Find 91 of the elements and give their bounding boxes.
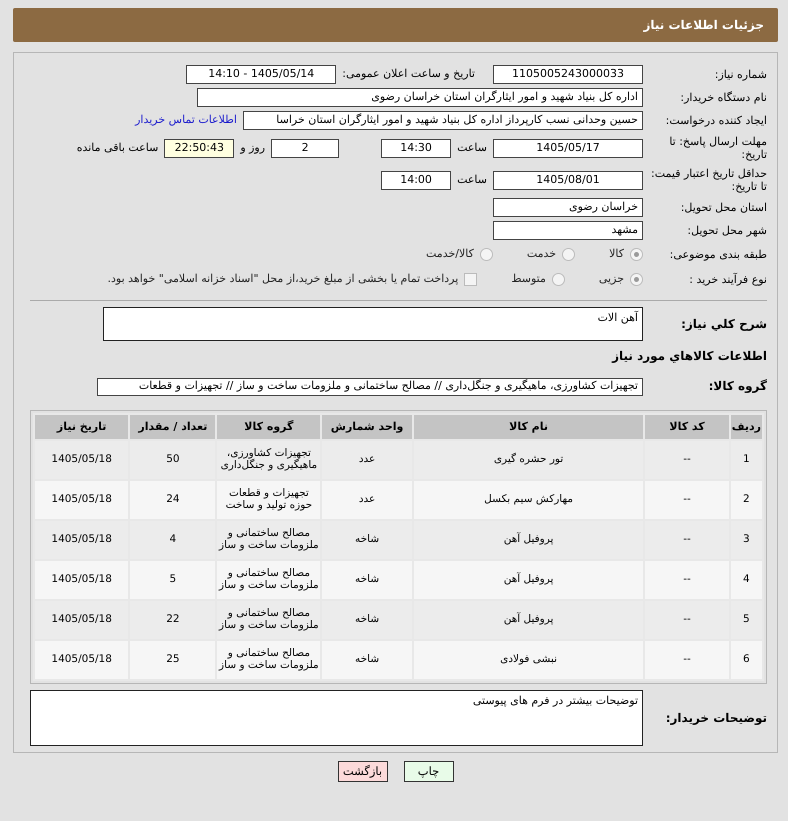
table-cell: -- — [645, 561, 729, 599]
column-header: تعداد / مقدار — [130, 415, 216, 439]
checkbox[interactable] — [464, 273, 478, 286]
date-field: 1405/05/17 — [493, 138, 643, 158]
column-header: تاریخ نیاز — [35, 415, 128, 439]
table-cell: شاخه — [322, 641, 412, 679]
table-cell: مهارکش سیم بکسل — [414, 481, 644, 519]
table-cell: 3 — [730, 521, 762, 559]
field-label: نام دستگاه خریدار: — [679, 90, 767, 104]
table-cell: -- — [645, 521, 729, 559]
table-cell: نبشی فولادی — [414, 641, 644, 679]
radio-button[interactable] — [480, 248, 493, 261]
page-title: جزئیات اطلاعات نیاز — [643, 17, 764, 34]
option-label: کالا/خدمت — [426, 246, 474, 262]
table-cell: پروفیل آهن — [414, 521, 644, 559]
field-label: ساعت — [457, 140, 487, 156]
option-label: متوسط — [511, 271, 546, 288]
field-label: شرح كلي نياز: — [680, 316, 767, 332]
option-label: کالا — [609, 246, 624, 262]
table-cell: 25 — [130, 641, 216, 679]
table-cell: شاخه — [322, 561, 412, 599]
table-cell: 24 — [130, 481, 216, 519]
table-cell: 22 — [130, 601, 216, 639]
table-cell: -- — [645, 641, 729, 679]
table-cell: 1405/05/18 — [35, 441, 128, 479]
option-label: خدمت — [526, 246, 556, 262]
field-label: گروه کالا: — [708, 379, 767, 394]
table-cell: مصالح ساختمانی و ملزومات ساخت و ساز — [217, 641, 320, 679]
column-header: نام کالا — [414, 415, 644, 439]
table-cell: 2 — [730, 481, 762, 519]
description-box: آهن الات — [103, 307, 643, 341]
time-field: 14:30 — [381, 138, 452, 158]
table-cell: 50 — [130, 441, 216, 479]
time-field: 14:00 — [381, 170, 452, 190]
radio-button[interactable] — [562, 248, 576, 261]
table-cell: -- — [645, 481, 729, 519]
field-label: استان محل تحویل: — [680, 200, 767, 214]
table-cell: 1 — [730, 441, 762, 479]
countdown-field: 22:50:43 — [164, 138, 234, 158]
column-header: گروه کالا — [217, 415, 320, 439]
table-cell: 1405/05/18 — [35, 561, 128, 599]
radio-button[interactable] — [552, 273, 565, 286]
column-header: کد کالا — [645, 415, 729, 439]
table-cell: 5 — [130, 561, 216, 599]
checkbox-label: پرداخت تمام یا بخشی از مبلغ خرید،از محل "اسناد خزانه اسلامی" خواهد بود. — [108, 271, 458, 288]
table-cell: پروفیل آهن — [414, 601, 644, 639]
radio-button[interactable] — [630, 273, 643, 286]
field-label: ساعت — [457, 172, 487, 188]
table-cell: تور حشره گیری — [414, 441, 644, 479]
table-cell: مصالح ساختمانی و ملزومات ساخت و ساز — [217, 521, 320, 559]
field-label: نوع فرآیند خرید : — [688, 272, 767, 286]
days-field: 2 — [271, 138, 340, 158]
table-cell: 1405/05/18 — [35, 641, 128, 679]
field-label: ساعت باقی مانده — [76, 140, 158, 156]
field-label: روز و — [240, 140, 266, 156]
field-label: تاریخ و ساعت اعلان عمومی: — [342, 66, 475, 82]
table-cell: 1405/05/18 — [35, 521, 128, 559]
table-cell: 5 — [730, 601, 762, 639]
table-cell: شاخه — [322, 601, 412, 639]
table-cell: تجهیزات کشاورزی، ماهیگیری و جنگل‌داری — [217, 441, 320, 479]
radio-button[interactable] — [630, 248, 643, 261]
print-button[interactable]: چاپ — [404, 761, 454, 782]
contact-link[interactable]: اطلاعات تماس خریدار — [135, 112, 237, 129]
field-label: توضیحات خریدار: — [664, 710, 767, 726]
table-cell: -- — [645, 601, 729, 639]
field-label: مهلت ارسال پاسخ: تا تاریخ: — [668, 134, 767, 162]
table-cell: تجهیزات و قطعات حوزه تولید و ساخت — [217, 481, 320, 519]
table-cell: 4 — [130, 521, 216, 559]
table-cell: عدد — [322, 481, 412, 519]
notes-box: توضیحات بیشتر در فرم های پیوستی — [30, 690, 643, 746]
table-cell: عدد — [322, 441, 412, 479]
table-cell: شاخه — [322, 521, 412, 559]
table-cell: مصالح ساختمانی و ملزومات ساخت و ساز — [217, 561, 320, 599]
table-cell: مصالح ساختمانی و ملزومات ساخت و ساز — [217, 601, 320, 639]
field-label: شماره نیاز: — [714, 68, 767, 82]
option-label: جزیی — [598, 271, 624, 288]
table-cell: 1405/05/18 — [35, 481, 128, 519]
column-header: ردیف — [730, 415, 762, 439]
field-label: حداقل تاریخ اعتبار قیمت: تا تاریخ: — [650, 166, 767, 194]
field-label: طبقه بندی موضوعی: — [668, 248, 767, 262]
date-field: 1405/08/01 — [493, 170, 643, 190]
table-cell: 4 — [730, 561, 762, 599]
field-label: شهر محل تحویل: — [686, 224, 767, 238]
table-cell: 6 — [730, 641, 762, 679]
field-label: ایجاد کننده درخواست: — [664, 114, 767, 128]
table-cell: -- — [645, 441, 729, 479]
column-header: واحد شمارش — [322, 415, 412, 439]
back-button[interactable]: بازگشت — [338, 761, 388, 782]
table-cell: 1405/05/18 — [35, 601, 128, 639]
section-heading: اطلاعات كالاهاي مورد نياز — [612, 348, 767, 365]
table-cell: پروفیل آهن — [414, 561, 644, 599]
